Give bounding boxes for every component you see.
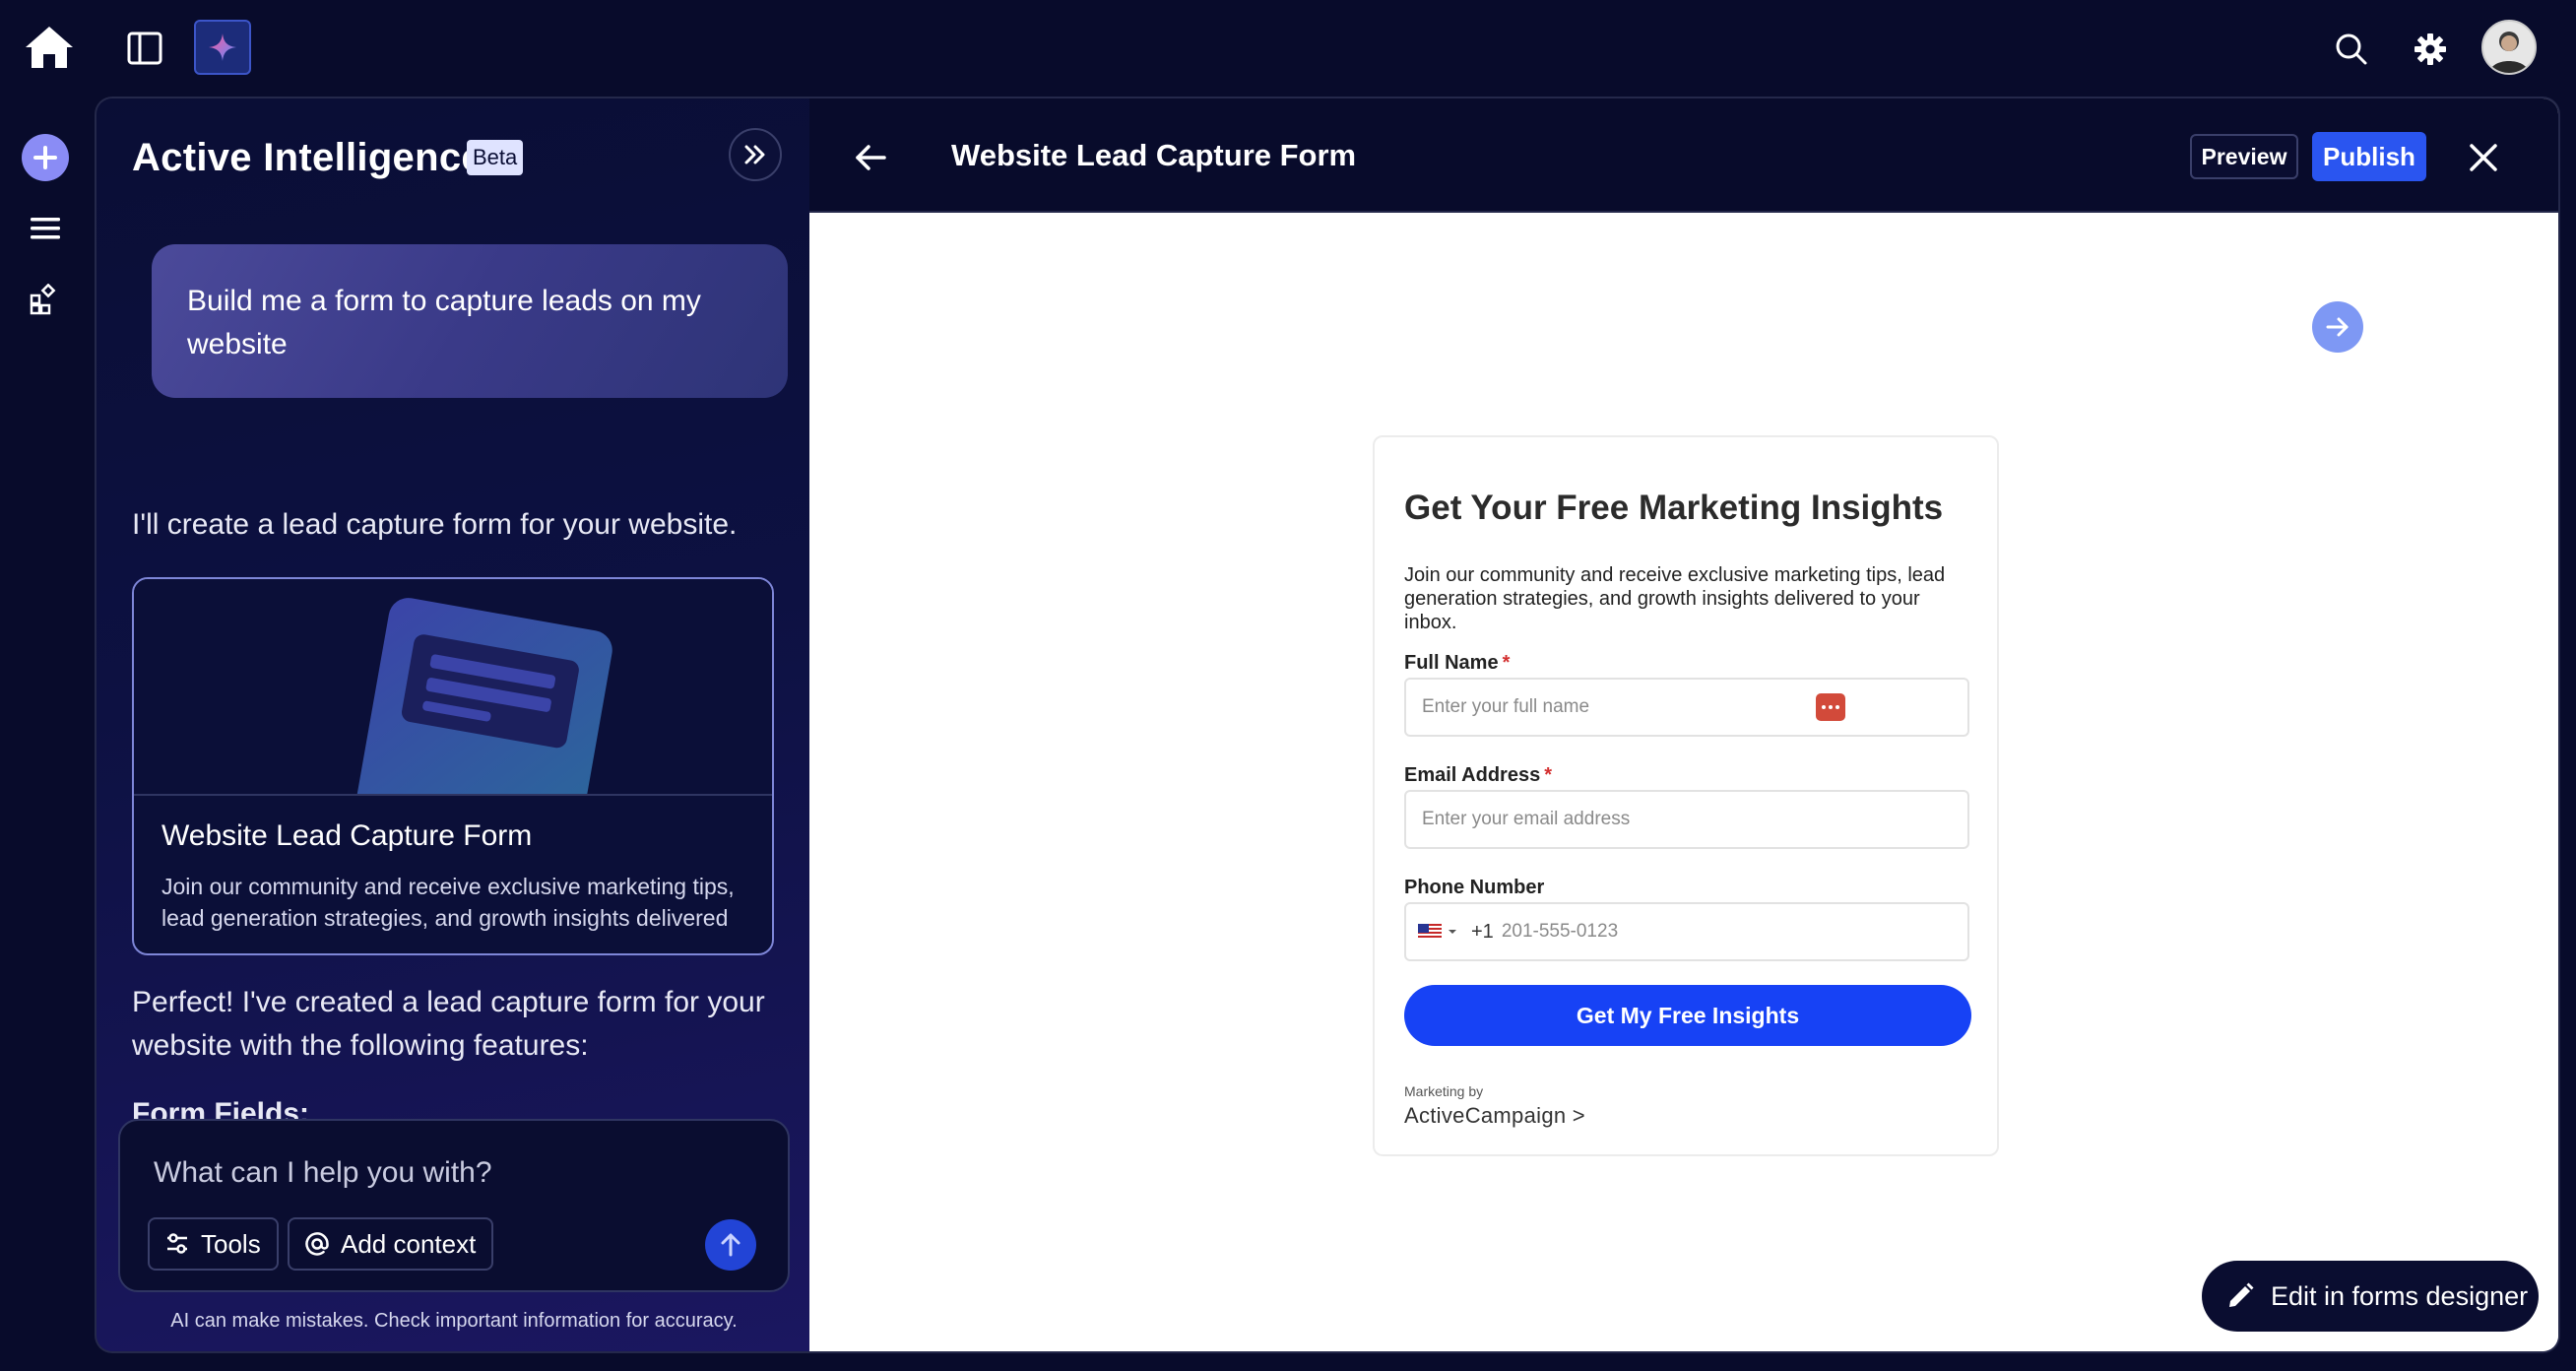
activecampaign-logo[interactable]: ActiveCampaign > — [1404, 1103, 1585, 1129]
back-arrow-icon[interactable] — [847, 134, 894, 181]
email-placeholder: Enter your email address — [1422, 809, 1631, 829]
ai-message-followup: Perfect! I've created a lead capture for… — [132, 986, 765, 1062]
form-preview-pane: Website Lead Capture Form Preview Publis… — [809, 97, 2560, 1353]
card-description: Join our community and receive exclusive… — [161, 874, 735, 931]
sliders-icon — [167, 1233, 187, 1254]
arrow-up-icon — [721, 1233, 741, 1257]
menu-icon[interactable] — [22, 205, 69, 252]
ai-message-intro: I'll create a lead capture form for your… — [132, 508, 738, 541]
tools-label: Tools — [201, 1228, 261, 1259]
edit-in-forms-designer-label: Edit in forms designer — [2271, 1280, 2529, 1311]
chat-panel: Active Intelligence Beta Build me a form… — [95, 97, 809, 1353]
chat-title: Active Intelligence — [132, 136, 483, 179]
home-icon[interactable] — [22, 20, 77, 75]
full-name-input[interactable]: Enter your full name — [1404, 678, 1969, 737]
submit-button[interactable]: Get My Free Insights — [1404, 985, 1971, 1046]
chat-composer: What can I help you with? Tools Add cont… — [118, 1119, 790, 1292]
chevron-down-icon — [1449, 930, 1456, 934]
sparkle-icon[interactable] — [194, 20, 251, 75]
phone-placeholder: 201-555-0123 — [1501, 921, 1619, 942]
country-selector[interactable] — [1418, 924, 1457, 940]
apps-icon[interactable] — [22, 276, 69, 323]
add-context-button[interactable]: Add context — [288, 1217, 494, 1271]
form-heading: Get Your Free Marketing Insights — [1404, 489, 1944, 527]
email-input[interactable]: Enter your email address — [1404, 790, 1969, 849]
phone-country-code: +1 — [1471, 920, 1494, 943]
full-name-placeholder: Enter your full name — [1422, 696, 1590, 717]
pane-header: Website Lead Capture Form Preview Publis… — [809, 98, 2558, 213]
arrow-right-icon[interactable] — [2312, 301, 2363, 353]
email-label: Email Address * — [1404, 764, 1552, 786]
form-illustration — [134, 579, 772, 796]
sidebar-toggle-icon[interactable] — [120, 24, 169, 73]
pencil-icon — [2229, 1282, 2254, 1307]
full-name-label: Full Name * — [1404, 652, 1511, 674]
ai-message-heading: Form Fields: — [132, 1097, 310, 1119]
form-canvas: Get Your Free Marketing Insights Join ou… — [809, 213, 2558, 1351]
phone-input[interactable]: +1 201-555-0123 — [1404, 902, 1969, 961]
close-icon[interactable] — [2460, 134, 2507, 181]
required-mark: * — [1502, 652, 1511, 674]
card-title: Website Lead Capture Form — [161, 819, 533, 852]
pane-title: Website Lead Capture Form — [951, 138, 1357, 172]
search-icon[interactable] — [2326, 24, 2377, 75]
chat-input[interactable]: What can I help you with? — [154, 1156, 492, 1190]
add-context-label: Add context — [341, 1228, 477, 1259]
collapse-panel-button[interactable] — [729, 128, 782, 181]
beta-badge: Beta — [467, 140, 524, 175]
user-avatar[interactable] — [2481, 20, 2537, 75]
at-sign-icon — [305, 1232, 329, 1256]
tools-button[interactable]: Tools — [148, 1217, 279, 1271]
top-bar — [0, 0, 2576, 97]
edit-in-forms-designer-button[interactable]: Edit in forms designer — [2202, 1261, 2539, 1332]
user-message: Build me a form to capture leads on my w… — [152, 244, 788, 398]
form-result-card[interactable]: Website Lead Capture Form Join our commu… — [132, 577, 774, 955]
preview-button[interactable]: Preview — [2190, 134, 2298, 179]
password-manager-icon[interactable] — [1816, 693, 1845, 721]
gear-icon[interactable] — [2405, 24, 2456, 75]
double-chevron-right-icon — [744, 145, 765, 164]
phone-label: Phone Number — [1404, 877, 1545, 898]
ai-disclaimer: AI can make mistakes. Check important in… — [170, 1310, 738, 1332]
publish-button[interactable]: Publish — [2312, 132, 2426, 181]
lead-capture-form: Get Your Free Marketing Insights Join ou… — [1373, 435, 1999, 1156]
marketing-by-label: Marketing by — [1404, 1083, 1484, 1099]
us-flag-icon — [1418, 924, 1442, 940]
required-mark: * — [1544, 764, 1552, 786]
send-button[interactable] — [705, 1219, 756, 1271]
plus-icon[interactable] — [22, 134, 69, 181]
form-intro: Join our community and receive exclusive… — [1404, 564, 1946, 633]
